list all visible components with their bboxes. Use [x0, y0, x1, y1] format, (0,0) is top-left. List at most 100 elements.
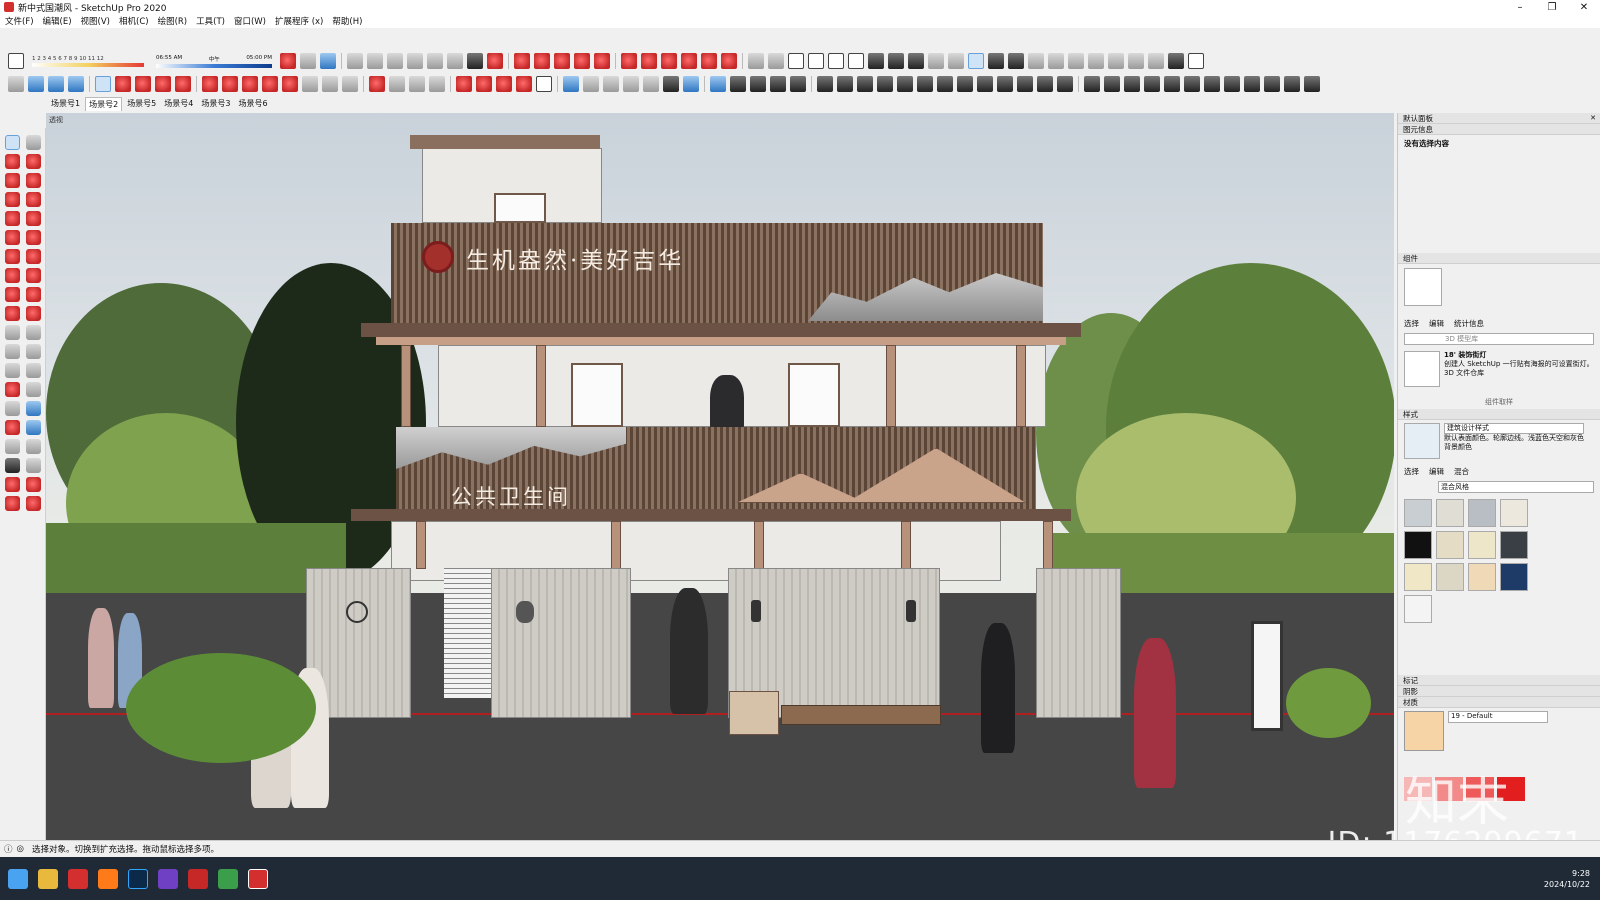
plugin-dark-7[interactable] — [937, 76, 953, 92]
plugin-dark-11[interactable] — [1017, 76, 1033, 92]
move-left-icon[interactable] — [5, 268, 20, 283]
orbit-icon[interactable] — [369, 76, 385, 92]
layout-icon-1[interactable] — [868, 53, 884, 69]
offset-icon[interactable] — [26, 306, 41, 321]
style-icon-7[interactable] — [683, 76, 699, 92]
scale-left-icon[interactable] — [5, 306, 20, 321]
component-sampler-footer[interactable]: 组件取样 — [1398, 397, 1600, 409]
model-viewport[interactable]: 透视 生机盎然·美好吉华 公共卫生间 — [46, 113, 1394, 840]
follow-me-left-icon[interactable] — [26, 287, 41, 302]
style-thumb-6[interactable] — [1436, 531, 1464, 559]
style-icon-5[interactable] — [643, 76, 659, 92]
style-thumb-9[interactable] — [1404, 563, 1432, 591]
plugin-icon-3[interactable] — [554, 53, 570, 69]
user-account-icon[interactable] — [1188, 53, 1204, 69]
style-icon-1[interactable] — [563, 76, 579, 92]
entity-info-header[interactable]: 图元信息 — [1398, 124, 1600, 135]
style-icon-3[interactable] — [603, 76, 619, 92]
zoom-window-icon[interactable] — [26, 401, 41, 416]
components-tab-select[interactable]: 选择 — [1404, 318, 1419, 329]
line-tool-icon[interactable] — [5, 173, 20, 188]
follow-me-icon[interactable] — [222, 76, 238, 92]
plugin-dark-20[interactable] — [1204, 76, 1220, 92]
warehouse-icon[interactable] — [748, 53, 764, 69]
style-icon-6[interactable] — [663, 76, 679, 92]
minimize-button[interactable]: – — [1504, 2, 1536, 13]
shield-icon[interactable] — [1028, 53, 1044, 69]
menu-tools[interactable]: 工具(T) — [196, 15, 225, 27]
components-tab-stats[interactable]: 统计信息 — [1454, 318, 1484, 329]
text-icon[interactable] — [322, 76, 338, 92]
components-header[interactable]: 组件 — [1398, 253, 1600, 264]
print-icon[interactable] — [467, 53, 483, 69]
circle-icon[interactable] — [5, 211, 20, 226]
stair-icon[interactable] — [730, 76, 746, 92]
cloud-icon[interactable] — [1088, 53, 1104, 69]
plugin-dark-1[interactable] — [817, 76, 833, 92]
ruby-icon[interactable] — [26, 496, 41, 511]
scene-tab-6[interactable]: 场景号6 — [235, 97, 270, 111]
plugin-dark-5[interactable] — [897, 76, 913, 92]
zoom-extents-icon[interactable] — [429, 76, 445, 92]
warehouse-left-icon[interactable] — [5, 477, 20, 492]
tray-close-icon[interactable]: ✕ — [1590, 114, 1596, 122]
push-pull-icon[interactable] — [202, 76, 218, 92]
zoom-left-icon[interactable] — [5, 401, 20, 416]
push-pull-left-icon[interactable] — [26, 268, 41, 283]
system-tray[interactable]: 9:28 2024/10/22 — [1544, 868, 1590, 890]
plugin-icon-4[interactable] — [574, 53, 590, 69]
style-thumb-3[interactable] — [1468, 499, 1496, 527]
tape-left-icon[interactable] — [5, 325, 20, 340]
save-icon[interactable] — [320, 53, 336, 69]
plugin-dark-19[interactable] — [1184, 76, 1200, 92]
arc-icon[interactable] — [155, 76, 171, 92]
eraser-icon[interactable] — [115, 76, 131, 92]
line-icon[interactable] — [770, 76, 786, 92]
xray-icon[interactable] — [536, 76, 552, 92]
cut-icon[interactable] — [347, 53, 363, 69]
look-around-icon[interactable] — [26, 439, 41, 454]
previous-view-icon[interactable] — [26, 420, 41, 435]
pan-icon[interactable] — [389, 76, 405, 92]
extension-manager-icon[interactable] — [1128, 53, 1144, 69]
style-name-field[interactable]: 建筑设计样式 — [1444, 423, 1584, 434]
pie-icon[interactable] — [26, 249, 41, 264]
styles-tab-mix[interactable]: 混合 — [1454, 466, 1469, 477]
component-icon[interactable] — [768, 53, 784, 69]
plugin-dark-3[interactable] — [857, 76, 873, 92]
section-icon[interactable] — [948, 53, 964, 69]
sandbox-icon-1[interactable] — [456, 76, 472, 92]
plugin-dark-6[interactable] — [917, 76, 933, 92]
extension-warehouse-icon[interactable] — [26, 477, 41, 492]
style-thumb-2[interactable] — [1436, 499, 1464, 527]
style-thumb-12[interactable] — [1500, 563, 1528, 591]
move-icon[interactable] — [8, 76, 24, 92]
app-icon-purple[interactable] — [158, 868, 178, 889]
eraser-style-icon[interactable] — [8, 53, 24, 69]
style-thumb-13[interactable] — [1404, 595, 1432, 623]
plugin-dark-24[interactable] — [1284, 76, 1300, 92]
menu-extensions[interactable]: 扩展程序 (x) — [275, 15, 323, 27]
menu-draw[interactable]: 绘图(R) — [158, 15, 188, 27]
orbit-left-icon[interactable] — [5, 382, 20, 397]
send-layout-icon[interactable] — [5, 496, 20, 511]
polygon-icon[interactable] — [26, 211, 41, 226]
styles-tab-edit[interactable]: 编辑 — [1429, 466, 1444, 477]
plugin-dark-25[interactable] — [1304, 76, 1320, 92]
protractor-icon[interactable] — [5, 344, 20, 359]
column-icon[interactable] — [750, 76, 766, 92]
redo-icon[interactable] — [447, 53, 463, 69]
plugin-dark-4[interactable] — [877, 76, 893, 92]
display-section-icon[interactable] — [968, 53, 984, 69]
new-model-icon[interactable] — [280, 53, 296, 69]
plugin-dark-17[interactable] — [1144, 76, 1160, 92]
file-explorer-icon[interactable] — [38, 868, 58, 889]
two-point-arc-icon[interactable] — [26, 230, 41, 245]
three-point-arc-icon[interactable] — [5, 249, 20, 264]
plugin-icon-9[interactable] — [701, 53, 717, 69]
component-list-item[interactable]: 18' 装饰街灯 创建人 SketchUp 一行贴有海报的可设置街灯。 3D 文… — [1398, 347, 1600, 397]
menu-window[interactable]: 窗口(W) — [234, 15, 266, 27]
menu-edit[interactable]: 编辑(E) — [43, 15, 72, 27]
shadow-time-slider[interactable]: 06:55 AM 中午 05:00 PM — [156, 55, 272, 68]
cart-icon[interactable] — [1168, 53, 1184, 69]
